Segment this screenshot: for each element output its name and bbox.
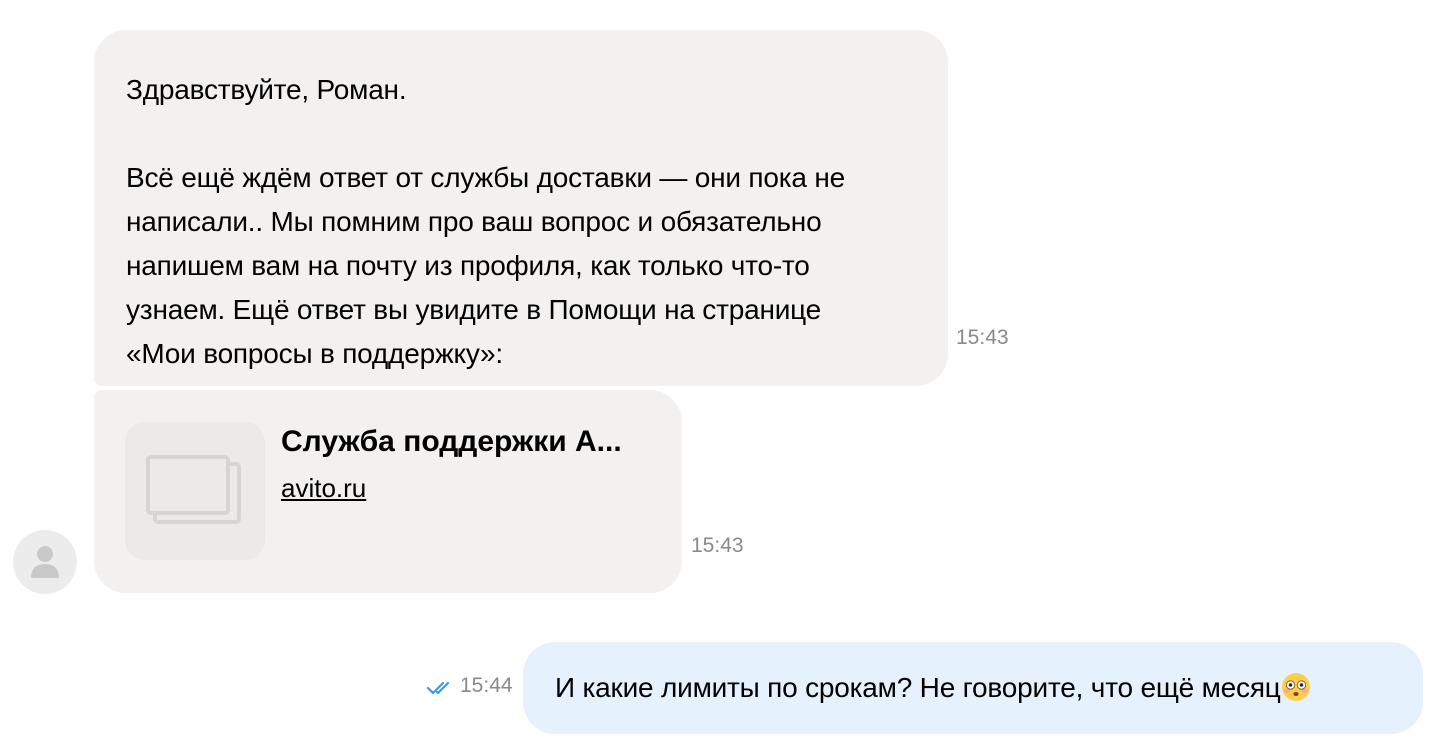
incoming-message-bubble[interactable]: Здравствуйте, Роман. Всё ещё ждём ответ …: [94, 30, 948, 386]
message-timestamp: 15:44: [460, 674, 513, 697]
link-preview-card[interactable]: Служба поддержки А... avito.ru: [94, 390, 682, 593]
link-title[interactable]: Служба поддержки А...: [281, 422, 622, 462]
double-check-icon: [426, 681, 450, 695]
link-thumbnail: [125, 422, 265, 560]
message-timestamp: 15:43: [691, 534, 744, 557]
message-timestamp: 15:43: [956, 326, 1009, 349]
user-silhouette-icon: [31, 546, 59, 578]
link-url[interactable]: avito.ru: [281, 470, 366, 506]
flushed-face-icon: [1281, 673, 1310, 701]
avatar[interactable]: [13, 530, 77, 594]
image-placeholder-icon: [146, 455, 241, 524]
outgoing-message-bubble[interactable]: И какие лимиты по срокам? Не говорите, ч…: [523, 642, 1423, 734]
message-text: И какие лимиты по срокам? Не говорите, ч…: [555, 672, 1281, 703]
message-text: Здравствуйте, Роман. Всё ещё ждём ответ …: [126, 74, 846, 369]
